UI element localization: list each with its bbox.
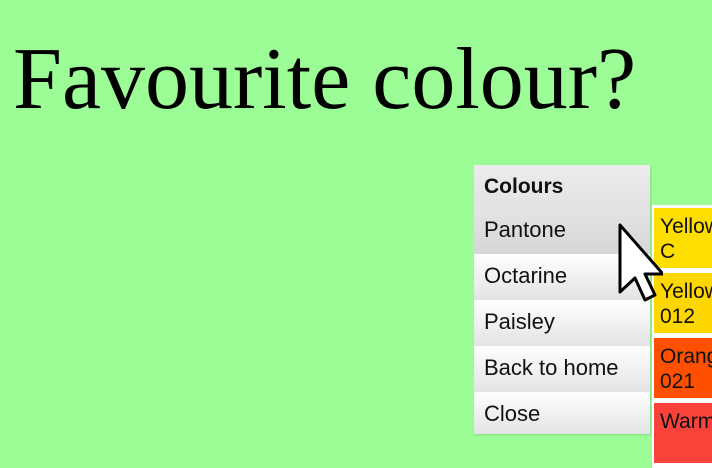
page-title: Favourite colour? xyxy=(13,31,637,128)
swatch-code: 021 xyxy=(660,370,696,393)
swatch-name: Yellow xyxy=(660,215,712,238)
swatch-name: Yellow xyxy=(660,280,712,303)
menu-item-pantone[interactable]: Pantone xyxy=(474,208,650,254)
menu-item-octarine[interactable]: Octarine xyxy=(474,254,650,300)
swatch-warm[interactable]: Warm xyxy=(654,403,712,463)
swatch-code: 012 xyxy=(660,305,696,328)
swatch-orange-021[interactable]: Orange 021 xyxy=(654,338,712,398)
menu-item-back-to-home[interactable]: Back to home xyxy=(474,346,650,392)
swatch-code: C xyxy=(660,240,676,263)
swatch-name: Warm xyxy=(660,410,712,433)
colours-menu: Colours Pantone Octarine Paisley Back to… xyxy=(474,165,650,434)
pantone-submenu: Yellow C Yellow 012 Orange 021 Warm xyxy=(652,205,712,468)
swatch-yellow-012[interactable]: Yellow 012 xyxy=(654,273,712,333)
menu-item-paisley[interactable]: Paisley xyxy=(474,300,650,346)
menu-item-close[interactable]: Close xyxy=(474,392,650,434)
swatch-name: Orange xyxy=(660,345,712,368)
swatch-yellow-c[interactable]: Yellow C xyxy=(654,208,712,268)
menu-header: Colours xyxy=(474,165,650,208)
